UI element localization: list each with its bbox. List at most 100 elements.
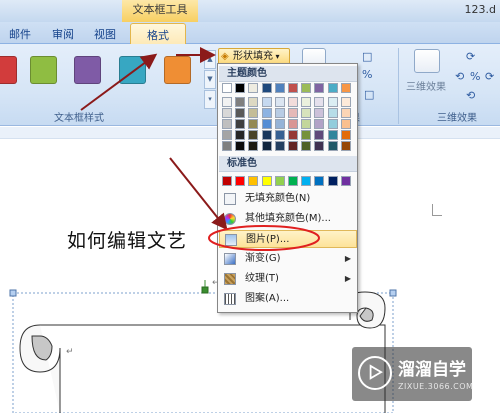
theme-color-shade-swatch[interactable] — [340, 119, 351, 129]
group-label-textbox-styles: 文本框样式 — [54, 113, 104, 124]
theme-color-shade-swatch[interactable] — [274, 141, 285, 151]
theme-color-shade-swatch[interactable] — [340, 141, 351, 151]
theme-color-shade-swatch[interactable] — [327, 108, 338, 118]
theme-color-shade-swatch[interactable] — [301, 108, 312, 118]
theme-color-shade-swatch[interactable] — [261, 119, 272, 129]
textbox-style-teal[interactable] — [119, 56, 146, 84]
theme-color-shade-swatch[interactable] — [222, 130, 232, 140]
theme-color-shade-swatch[interactable] — [235, 119, 246, 129]
3d-toggle-icon[interactable]: % — [470, 70, 480, 83]
styles-gallery-scroll[interactable]: ▲ ▼ ▾ — [204, 50, 216, 110]
theme-color-shade-swatch[interactable] — [288, 97, 298, 107]
tilt-left-icon[interactable]: ⟲ — [455, 70, 464, 83]
theme-color-shade-swatch[interactable] — [314, 130, 325, 140]
standard-color-swatch[interactable] — [301, 176, 312, 186]
theme-color-shade-swatch[interactable] — [327, 141, 338, 151]
theme-color-shade-swatch[interactable] — [288, 119, 298, 129]
theme-color-shade-swatch[interactable] — [288, 141, 298, 151]
theme-color-swatch[interactable] — [340, 83, 351, 93]
theme-color-swatch[interactable] — [248, 83, 259, 93]
theme-color-shade-swatch[interactable] — [235, 97, 246, 107]
theme-color-swatch[interactable] — [314, 83, 325, 93]
theme-color-shade-swatch[interactable] — [248, 141, 259, 151]
theme-color-shade-swatch[interactable] — [301, 97, 312, 107]
standard-color-swatch[interactable] — [261, 176, 272, 186]
textbox-style-red[interactable] — [0, 56, 17, 84]
menu-item-texture[interactable]: 纹理(T) ▶ — [219, 270, 357, 288]
tilt-right-icon[interactable]: ⟳ — [485, 70, 494, 83]
theme-color-shade-swatch[interactable] — [340, 130, 351, 140]
theme-color-swatch[interactable] — [222, 83, 232, 93]
textbox-style-green[interactable] — [30, 56, 57, 84]
nudge-shadow-up-icon[interactable]: □ — [362, 50, 372, 63]
theme-color-shade-swatch[interactable] — [327, 119, 338, 129]
theme-color-shade-swatch[interactable] — [274, 130, 285, 140]
standard-color-swatch[interactable] — [235, 176, 246, 186]
nudge-shadow-right-icon[interactable]: % — [362, 68, 372, 81]
theme-color-shade-swatch[interactable] — [274, 119, 285, 129]
theme-color-shade-swatch[interactable] — [340, 108, 351, 118]
theme-color-shade-swatch[interactable] — [222, 108, 232, 118]
theme-color-shade-swatch[interactable] — [261, 108, 272, 118]
theme-color-shade-swatch[interactable] — [288, 130, 298, 140]
theme-color-shade-swatch[interactable] — [235, 130, 246, 140]
theme-color-shade-swatch[interactable] — [314, 108, 325, 118]
theme-color-shade-swatch[interactable] — [314, 141, 325, 151]
menu-item-picture[interactable]: 图片(P)... — [219, 230, 357, 248]
theme-color-shade-swatch[interactable] — [261, 97, 272, 107]
theme-color-shade-swatch[interactable] — [288, 108, 298, 118]
textbox-style-purple[interactable] — [74, 56, 101, 84]
standard-color-swatch[interactable] — [288, 176, 298, 186]
theme-color-shade-swatch[interactable] — [340, 97, 351, 107]
theme-color-shade-swatch[interactable] — [248, 97, 259, 107]
theme-color-shade-swatch[interactable] — [248, 119, 259, 129]
theme-color-shade-swatch[interactable] — [314, 97, 325, 107]
theme-color-shade-swatch[interactable] — [261, 141, 272, 151]
theme-color-shade-swatch[interactable] — [327, 130, 338, 140]
document-heading[interactable]: 如何编辑文艺 — [67, 226, 187, 253]
gallery-up-icon[interactable]: ▲ — [204, 50, 216, 69]
standard-color-swatch[interactable] — [327, 176, 338, 186]
theme-color-shade-swatch[interactable] — [261, 130, 272, 140]
theme-color-shade-swatch[interactable] — [327, 97, 338, 107]
theme-color-shade-swatch[interactable] — [248, 130, 259, 140]
theme-color-shade-swatch[interactable] — [274, 97, 285, 107]
gallery-down-icon[interactable]: ▼ — [204, 70, 216, 89]
theme-color-shade-swatch[interactable] — [301, 119, 312, 129]
theme-color-shade-swatch[interactable] — [235, 108, 246, 118]
standard-color-swatch[interactable] — [222, 176, 232, 186]
tilt-down-icon[interactable]: ⟲ — [466, 89, 475, 102]
3d-effects-button[interactable] — [414, 49, 440, 73]
textbox-style-orange[interactable] — [164, 56, 191, 84]
menu-item-no-fill[interactable]: 无填充颜色(N) — [219, 190, 357, 208]
standard-color-swatch[interactable] — [314, 176, 325, 186]
theme-color-swatch[interactable] — [235, 83, 246, 93]
theme-color-shade-swatch[interactable] — [314, 119, 325, 129]
tab-view[interactable]: 视图 — [94, 26, 116, 42]
theme-color-shade-swatch[interactable] — [301, 141, 312, 151]
tab-mailings[interactable]: 邮件 — [9, 26, 31, 42]
nudge-shadow-down-icon[interactable]: □ — [364, 88, 374, 101]
theme-color-shade-swatch[interactable] — [222, 97, 232, 107]
menu-item-more-fill-colors[interactable]: 其他填充颜色(M)... — [219, 210, 357, 228]
tab-format[interactable]: 格式 — [130, 23, 186, 45]
menu-item-pattern[interactable]: 图案(A)... — [219, 290, 357, 308]
theme-color-swatch[interactable] — [327, 83, 338, 93]
theme-color-shade-swatch[interactable] — [222, 141, 232, 151]
theme-color-swatch[interactable] — [288, 83, 298, 93]
theme-color-swatch[interactable] — [301, 83, 312, 93]
theme-color-swatch[interactable] — [274, 83, 285, 93]
theme-color-shade-swatch[interactable] — [248, 108, 259, 118]
theme-color-shade-swatch[interactable] — [222, 119, 232, 129]
theme-color-shade-swatch[interactable] — [235, 141, 246, 151]
theme-color-swatch[interactable] — [261, 83, 272, 93]
theme-color-shade-swatch[interactable] — [274, 108, 285, 118]
tab-review[interactable]: 审阅 — [52, 26, 74, 42]
standard-color-swatch[interactable] — [340, 176, 351, 186]
standard-color-swatch[interactable] — [274, 176, 285, 186]
menu-item-gradient[interactable]: 渐变(G) ▶ — [219, 250, 357, 268]
gallery-more-icon[interactable]: ▾ — [204, 90, 216, 109]
theme-color-shade-swatch[interactable] — [301, 130, 312, 140]
standard-color-swatch[interactable] — [248, 176, 259, 186]
tilt-up-icon[interactable]: ⟳ — [466, 50, 475, 63]
